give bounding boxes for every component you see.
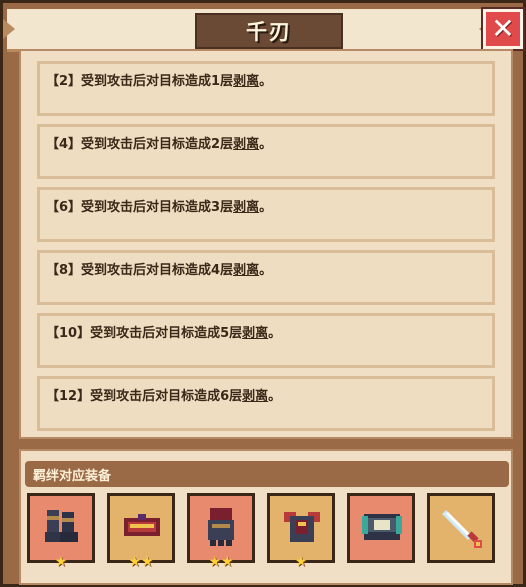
star-icon: ★★: [208, 554, 234, 570]
title-bar: 千刃: [3, 9, 491, 52]
entry-level: 【10】: [46, 326, 91, 341]
entry-text: 受到攻击后对目标造成1层: [81, 74, 234, 89]
dialog-panel: 千刃 ✕ 【2】受到攻击后对目标造成1层剥离。 【4】受到攻击后对目标造成2层剥…: [0, 0, 526, 587]
equipment-slot-2[interactable]: ★★: [107, 493, 175, 570]
entry-keyword[interactable]: 剥离: [242, 389, 268, 404]
entry-end: 。: [268, 326, 282, 341]
entry-text: 受到攻击后对目标造成3层: [81, 200, 234, 215]
entry-end: 。: [259, 263, 273, 278]
entry-text: 受到攻击后对目标造成4层: [81, 263, 234, 278]
equipment-slot-4[interactable]: ★: [267, 493, 335, 570]
title-plate: 千刃: [195, 13, 343, 49]
entry-keyword[interactable]: 剥离: [233, 137, 259, 152]
close-button[interactable]: ✕: [483, 9, 523, 49]
star-icon: ★: [294, 554, 308, 570]
equipment-section-label: 羁绊对应装备: [33, 469, 112, 484]
entry-text: 受到攻击后对目标造成6层: [90, 389, 243, 404]
bond-effects-list[interactable]: 【2】受到攻击后对目标造成1层剥离。 【4】受到攻击后对目标造成2层剥离。 【6…: [19, 49, 513, 439]
star-icon: ★★: [128, 554, 154, 570]
entry-end: 。: [259, 137, 273, 152]
bond-entry: 【4】受到攻击后对目标造成2层剥离。: [37, 124, 495, 179]
bond-entry: 【12】受到攻击后对目标造成6层剥离。: [37, 376, 495, 431]
entry-end: 。: [268, 389, 282, 404]
bond-entry: 【2】受到攻击后对目标造成1层剥离。: [37, 61, 495, 116]
entry-keyword[interactable]: 剥离: [233, 200, 259, 215]
close-icon: ✕: [491, 12, 515, 45]
equipment-area: 羁绊对应装备 ★ ★★ ★★ ★: [19, 449, 513, 585]
entry-end: 。: [259, 74, 273, 89]
entry-keyword[interactable]: 剥离: [233, 74, 259, 89]
entry-keyword[interactable]: 剥离: [233, 263, 259, 278]
star-icon: ★: [54, 554, 68, 570]
entry-text: 受到攻击后对目标造成5层: [90, 326, 243, 341]
equipment-slot-6[interactable]: [427, 493, 495, 563]
equipment-slot-1[interactable]: ★: [27, 493, 95, 570]
helmet-icon: [362, 514, 402, 540]
armor-icon: [284, 512, 320, 542]
gauntlet-icon: [208, 508, 234, 546]
dialog-title: 千刃: [246, 20, 292, 44]
entry-level: 【8】: [46, 263, 82, 278]
entry-keyword[interactable]: 剥离: [242, 326, 268, 341]
equipment-slot-3[interactable]: ★★: [187, 493, 255, 570]
sword-icon: [442, 510, 482, 548]
equipment-slot-5[interactable]: [347, 493, 415, 563]
crown-icon: [124, 514, 160, 536]
entry-level: 【2】: [46, 74, 82, 89]
bond-entry: 【10】受到攻击后对目标造成5层剥离。: [37, 313, 495, 368]
boots-icon: [45, 510, 78, 542]
entry-level: 【6】: [46, 200, 82, 215]
entry-text: 受到攻击后对目标造成2层: [81, 137, 234, 152]
entry-end: 。: [259, 200, 273, 215]
bond-entry: 【6】受到攻击后对目标造成3层剥离。: [37, 187, 495, 242]
entry-level: 【12】: [46, 389, 91, 404]
bond-entry: 【8】受到攻击后对目标造成4层剥离。: [37, 250, 495, 305]
equipment-section-header: 羁绊对应装备: [25, 461, 509, 487]
entry-level: 【4】: [46, 137, 82, 152]
